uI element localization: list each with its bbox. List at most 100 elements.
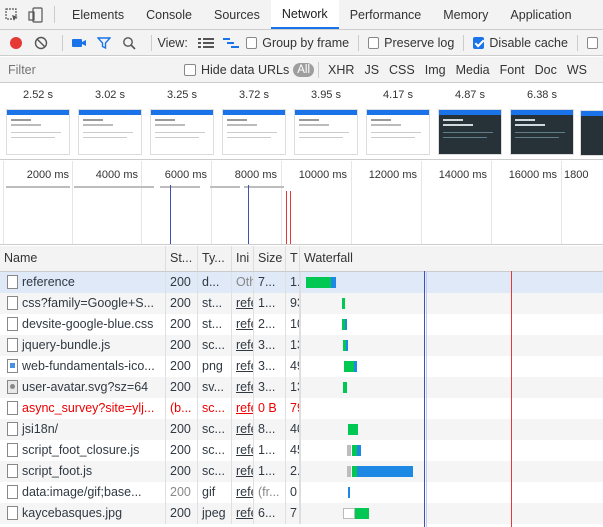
overview-tick-label: 12000 ms [368,169,417,181]
frame-time: 4.87 s [455,89,485,101]
offline-checkbox[interactable] [586,36,598,49]
waterfall-timing-bar [342,298,345,309]
request-name-cell[interactable]: user-avatar.svg?sz=64 [0,377,166,398]
request-initiator-cell[interactable]: refe [232,482,254,503]
request-name-cell[interactable]: script_foot.js [0,461,166,482]
screenshot-camera-icon[interactable] [69,32,89,54]
filmstrip-frame[interactable]: 3.02 s [76,84,144,155]
column-header-status[interactable]: St... [166,246,198,271]
overview-tick-label: 4000 ms [95,169,138,181]
filter-type-js[interactable]: JS [359,63,384,77]
tab-performance[interactable]: Performance [339,0,433,29]
request-name-cell[interactable]: reference [0,272,166,293]
request-name-cell[interactable]: script_foot_closure.js [0,440,166,461]
filter-type-doc[interactable]: Doc [530,63,562,77]
filter-funnel-icon[interactable] [94,32,114,54]
filmstrip-frame[interactable]: 4.87 s [436,84,504,155]
request-initiator-cell[interactable]: refe [232,419,254,440]
search-icon[interactable] [119,32,139,54]
filter-type-media[interactable]: Media [451,63,495,77]
request-initiator-cell[interactable]: refe [232,398,254,419]
table-row[interactable]: async_survey?site=ylj... (b...sc...refe0 … [0,398,603,419]
frame-time: 3.95 s [311,89,341,101]
inspect-element-icon[interactable] [0,0,24,29]
request-initiator-cell[interactable]: refe [232,377,254,398]
request-name: jsi18n/ [22,422,59,436]
column-header-type[interactable]: Ty... [198,246,232,271]
record-icon[interactable] [6,32,26,54]
column-header-time[interactable]: T [286,246,300,271]
table-row[interactable]: kaycebasques.jpg 200jpegrefe6...7 [0,503,603,524]
waterfall-cell [300,272,603,293]
filter-input[interactable] [4,58,170,81]
request-name-cell[interactable]: kaycebasques.jpg [0,503,166,524]
request-name-cell[interactable]: async_survey?site=ylj... [0,398,166,419]
table-row[interactable]: script_foot_closure.js 200sc...refe1...45 [0,440,603,461]
filmstrip-frame[interactable]: 2.52 s [4,84,72,155]
request-initiator-cell[interactable]: refe [232,314,254,335]
request-initiator-cell[interactable]: refe [232,356,254,377]
tab-elements[interactable]: Elements [61,0,135,29]
request-time-cell: 2. [286,461,300,482]
filmstrip-frame[interactable] [580,84,603,156]
request-name-cell[interactable]: css?family=Google+S... [0,293,166,314]
filter-type-font[interactable]: Font [495,63,530,77]
table-row[interactable]: script_foot.js 200sc...refe1...2. [0,461,603,482]
filter-type-img[interactable]: Img [420,63,451,77]
request-time-cell: 79 [286,398,300,419]
column-header-name[interactable]: Name [0,246,166,271]
tab-application[interactable]: Application [499,0,582,29]
request-name-cell[interactable]: jsi18n/ [0,419,166,440]
tab-sources[interactable]: Sources [203,0,271,29]
request-initiator-cell[interactable]: refe [232,461,254,482]
request-initiator-cell[interactable]: Oth [232,272,254,293]
request-name: script_foot.js [22,464,93,478]
hide-data-urls-checkbox[interactable] [184,63,196,76]
clear-icon[interactable] [31,32,51,54]
request-name-cell[interactable]: data:image/gif;base... [0,482,166,503]
table-row[interactable]: user-avatar.svg?sz=64 200sv...refe3...13 [0,377,603,398]
table-row[interactable]: jsi18n/200sc...refe8...40 [0,419,603,440]
filter-type-all[interactable]: All [293,62,315,77]
request-name-cell[interactable]: devsite-google-blue.css [0,314,166,335]
tab-network[interactable]: Network [270,0,339,29]
request-initiator-cell[interactable]: refe [232,293,254,314]
filter-type-ws[interactable]: WS [562,63,592,77]
filmstrip-frame[interactable]: 6.38 s [508,84,576,155]
network-overview-timeline[interactable]: 2000 ms 4000 ms 6000 ms 8000 ms 10000 ms… [0,161,603,245]
column-header-waterfall[interactable]: Waterfall [300,246,603,271]
waterfall-cell [300,377,603,398]
table-row[interactable]: css?family=Google+S... 200st...refe1...93 [0,293,603,314]
large-rows-icon[interactable] [196,32,216,54]
overview-tick-label: 14000 ms [438,169,487,181]
disable-cache-checkbox[interactable] [473,36,485,49]
request-name-cell[interactable]: web-fundamentals-ico... [0,356,166,377]
table-row[interactable]: web-fundamentals-ico... 200pngrefe3...49 [0,356,603,377]
request-initiator-cell[interactable]: refe [232,503,254,524]
table-row[interactable]: data:image/gif;base... 200gifrefe(fr...0 [0,482,603,503]
waterfall-timing-bar [357,466,413,477]
request-name: jquery-bundle.js [22,338,111,352]
filmstrip-frame[interactable]: 3.25 s [148,84,216,155]
filter-type-css[interactable]: CSS [384,63,420,77]
file-icon [7,401,18,415]
column-header-size[interactable]: Size [254,246,286,271]
filmstrip-frame[interactable]: 3.72 s [220,84,288,155]
device-toolbar-icon[interactable] [24,0,48,29]
preserve-log-checkbox[interactable] [367,36,380,49]
table-row[interactable]: devsite-google-blue.css 200st...refe2...1… [0,314,603,335]
table-row[interactable]: jquery-bundle.js 200sc...refe3...13 [0,335,603,356]
filmstrip-frame[interactable]: 3.95 s [292,84,360,155]
request-name-cell[interactable]: jquery-bundle.js [0,335,166,356]
table-row[interactable]: reference 200d...Oth7...1. [0,272,603,293]
column-header-initiator[interactable]: Ini [232,246,254,271]
request-initiator-cell[interactable]: refe [232,335,254,356]
tab-memory[interactable]: Memory [432,0,499,29]
request-initiator-cell[interactable]: refe [232,440,254,461]
filter-type-xhr[interactable]: XHR [323,63,359,77]
tab-console[interactable]: Console [135,0,203,29]
group-by-frame-checkbox[interactable] [246,36,258,49]
filmstrip-frame[interactable]: 4.17 s [364,84,432,155]
frame-thumbnail [580,110,603,156]
waterfall-overview-icon[interactable] [221,32,241,54]
